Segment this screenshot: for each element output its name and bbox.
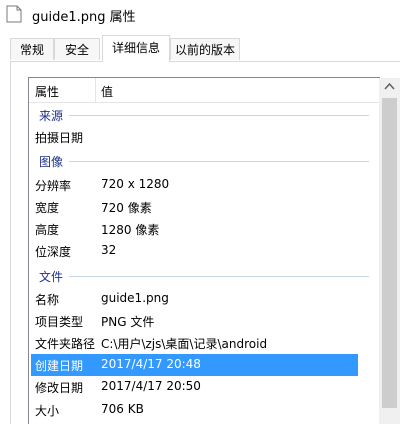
row-height[interactable]: 高度 1280 像素 — [29, 218, 359, 240]
property-value: guide1.png — [101, 291, 169, 305]
property-label: 创建日期 — [35, 359, 84, 373]
row-dimensions[interactable]: 分辨率 720 x 1280 — [29, 174, 359, 196]
row-folder-path[interactable]: 文件夹路径 C:\用户\zjs\桌面\记录\android — [29, 332, 359, 354]
property-value: 720 x 1280 — [101, 177, 170, 191]
tab-general[interactable]: 常规 — [10, 38, 54, 60]
group-divider — [69, 276, 369, 277]
tab-security[interactable]: 安全 — [54, 38, 100, 60]
property-value: PNG 文件 — [101, 315, 155, 329]
row-date-created[interactable]: 创建日期 2017/4/17 20:48 — [31, 354, 358, 376]
property-value: 706 KB — [101, 402, 144, 416]
scroll-thumb[interactable] — [382, 98, 397, 408]
group-label-source: 来源 — [39, 109, 64, 123]
group-divider — [69, 115, 369, 116]
tab-previous-versions[interactable]: 以前的版本 — [170, 38, 240, 60]
row-date-taken[interactable]: 拍摄日期 — [29, 126, 359, 148]
property-value: 2017/4/17 20:50 — [101, 379, 201, 393]
row-item-type[interactable]: 项目类型 PNG 文件 — [29, 310, 359, 332]
property-label: 修改日期 — [35, 381, 84, 395]
tab-strip: 常规 安全 详细信息 以前的版本 — [0, 35, 400, 62]
property-label: 宽度 — [35, 201, 60, 215]
scroll-up-button[interactable] — [379, 78, 400, 96]
tab-details[interactable]: 详细信息 — [102, 35, 170, 62]
row-size[interactable]: 大小 706 KB — [29, 399, 359, 421]
property-label: 大小 — [35, 404, 60, 418]
row-date-modified[interactable]: 修改日期 2017/4/17 20:50 — [29, 376, 359, 398]
property-value: 2017/4/17 20:48 — [101, 357, 201, 371]
window-title: guide1.png 属性 — [32, 10, 136, 25]
row-width[interactable]: 宽度 720 像素 — [29, 196, 359, 218]
property-label: 位深度 — [35, 245, 72, 259]
vertical-scrollbar[interactable] — [379, 78, 400, 424]
column-header-value[interactable]: 值 — [101, 83, 113, 100]
chevron-up-icon — [384, 82, 395, 90]
property-value: 1280 像素 — [101, 223, 160, 237]
column-divider[interactable] — [95, 78, 96, 102]
group-divider — [69, 161, 369, 162]
property-value: 32 — [101, 243, 117, 257]
details-list[interactable]: 属性 值 来源 拍摄日期 图像 分辨率 720 x 1280 宽度 720 像素… — [28, 77, 380, 424]
property-label: 名称 — [35, 293, 60, 307]
row-name[interactable]: 名称 guide1.png — [29, 288, 359, 310]
group-image: 图像 — [29, 151, 379, 171]
property-label: 拍摄日期 — [35, 131, 84, 145]
group-file: 文件 — [29, 266, 379, 286]
group-source: 来源 — [29, 105, 379, 125]
property-label: 项目类型 — [35, 315, 84, 329]
column-header-property[interactable]: 属性 — [35, 83, 59, 100]
row-bit-depth[interactable]: 位深度 32 — [29, 240, 359, 262]
group-label-image: 图像 — [39, 155, 64, 169]
title-bar: guide1.png 属性 — [0, 0, 400, 30]
file-icon — [6, 5, 22, 23]
property-value: C:\用户\zjs\桌面\记录\android — [101, 337, 268, 351]
property-label: 分辨率 — [35, 179, 72, 193]
property-value: 720 像素 — [101, 201, 152, 215]
property-label: 高度 — [35, 223, 60, 237]
group-label-file: 文件 — [39, 270, 64, 284]
property-label: 文件夹路径 — [35, 337, 96, 351]
list-header: 属性 值 — [29, 78, 379, 103]
